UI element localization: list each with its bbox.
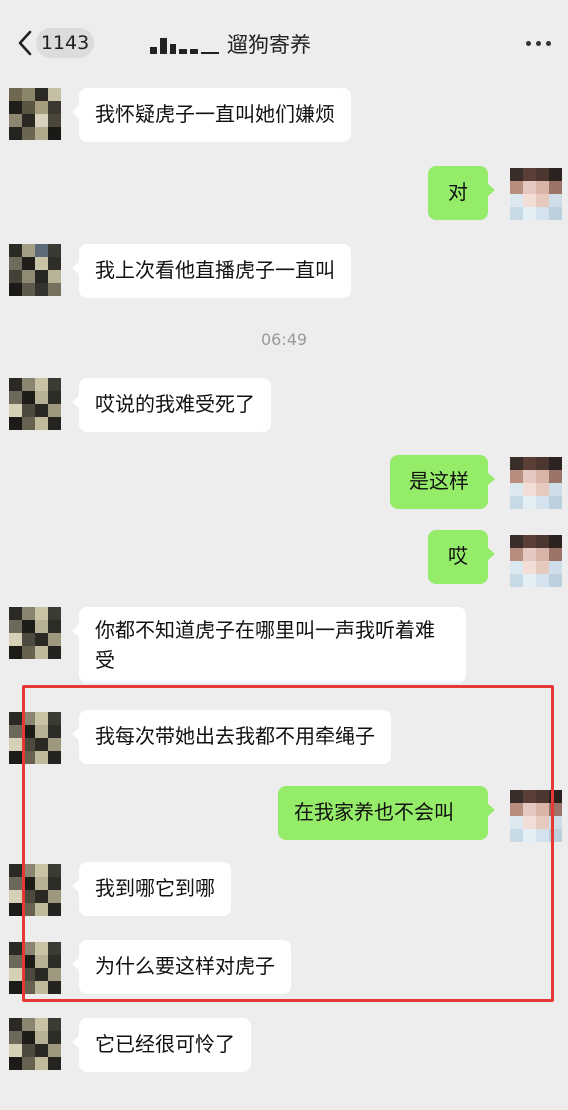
message-bubble-left: 我上次看他直播虎子一直叫 — [72, 244, 351, 298]
message-bubble-left: 你都不知道虎子在哪里叫一声我听着难受 — [72, 607, 466, 683]
contact-avatar[interactable] — [9, 88, 61, 140]
message-bubble-right: 哎 — [428, 530, 495, 584]
chat-header: 1143 遛狗寄养 — [0, 0, 568, 84]
contact-avatar[interactable] — [9, 378, 61, 430]
back-chevron-icon — [18, 30, 32, 56]
blurred-title-prefix — [150, 34, 219, 54]
contact-avatar[interactable] — [9, 1018, 61, 1070]
chat-title: 遛狗寄养 — [150, 28, 450, 60]
chat-title-text: 遛狗寄养 — [227, 33, 311, 57]
message-timestamp: 06:49 — [260, 330, 308, 349]
unread-count-badge[interactable]: 1143 — [36, 28, 94, 58]
back-button[interactable] — [12, 26, 38, 60]
more-options-button[interactable] — [520, 30, 556, 56]
message-bubble-left: 我怀疑虎子一直叫她们嫌烦 — [72, 88, 351, 142]
message-bubble-left: 哎说的我难受死了 — [72, 378, 271, 432]
my-avatar[interactable] — [510, 168, 562, 220]
my-avatar[interactable] — [510, 535, 562, 587]
highlight-frame — [22, 685, 554, 1002]
message-bubble-right: 对 — [428, 166, 495, 220]
my-avatar[interactable] — [510, 457, 562, 509]
contact-avatar[interactable] — [9, 244, 61, 296]
contact-avatar[interactable] — [9, 607, 61, 659]
message-bubble-left: 它已经很可怜了 — [72, 1018, 251, 1072]
more-options-icon — [525, 40, 531, 46]
message-bubble-right: 是这样 — [390, 455, 495, 509]
